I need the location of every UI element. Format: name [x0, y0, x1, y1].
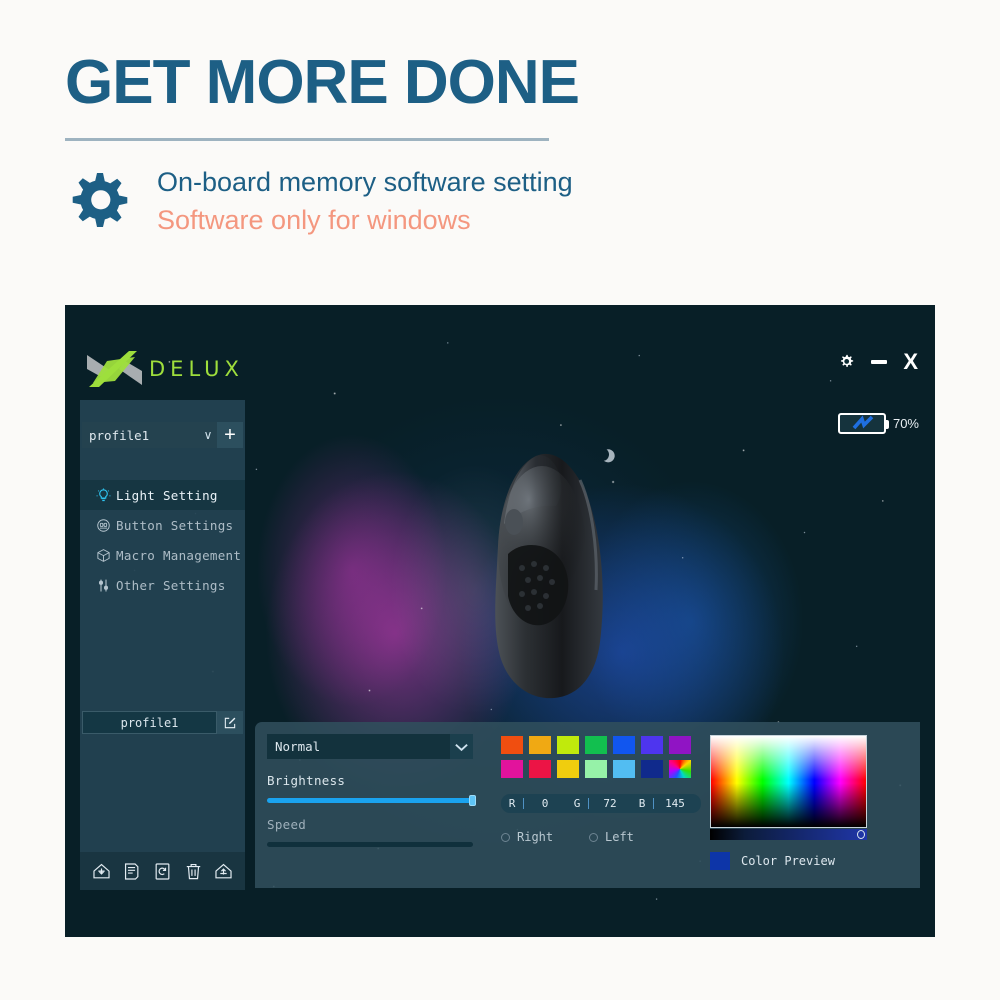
color-picker-gradient[interactable] — [710, 735, 867, 828]
divider — [65, 138, 549, 141]
mouse-buttons-icon — [90, 518, 116, 533]
profile-name-field[interactable]: profile1 — [82, 711, 217, 734]
add-profile-button[interactable]: + — [217, 422, 243, 448]
color-preview-swatch — [710, 852, 730, 870]
battery-indicator: 70% — [837, 413, 919, 434]
sidebar-item-label: Light Setting — [116, 487, 218, 503]
color-swatch-rainbow[interactable] — [669, 760, 691, 778]
lighting-mode-row: Normal — [267, 734, 473, 759]
profile-select[interactable]: profile1 — [82, 422, 199, 448]
promo-note: Software only for windows — [157, 205, 471, 236]
radio-left-label: Left — [605, 830, 634, 844]
sidebar-toolbar — [80, 852, 245, 890]
color-swatch[interactable] — [669, 736, 691, 754]
promo-header: GET MORE DONE On-board memory software s… — [65, 52, 685, 240]
gear-icon — [65, 163, 137, 236]
side-selector-row: Right Left — [501, 830, 702, 844]
rgb-g-value[interactable]: 72 — [589, 797, 631, 810]
gear-icon[interactable] — [838, 353, 855, 370]
color-swatch[interactable] — [529, 736, 551, 754]
color-swatches-column: R 0 G 72 B 145 Right Left — [487, 722, 702, 888]
trash-icon[interactable] — [184, 862, 203, 881]
lighting-mode-select[interactable]: Normal — [267, 734, 450, 759]
brightness-slider[interactable] — [267, 795, 476, 806]
radio-left[interactable]: Left — [589, 830, 677, 844]
sidebar-item-label: Other Settings — [116, 577, 226, 593]
edit-pencil-icon[interactable] — [217, 711, 243, 734]
rgb-r-value[interactable]: 0 — [524, 797, 566, 810]
profile-name-row: profile1 — [82, 711, 243, 734]
rgb-b-value[interactable]: 145 — [654, 797, 696, 810]
battery-percent: 70% — [892, 416, 919, 431]
delux-x-icon — [87, 351, 142, 387]
color-swatch[interactable] — [557, 760, 579, 778]
color-swatch[interactable] — [585, 736, 607, 754]
light-settings-panel: Normal Brightness Speed R 0 G 72 B 145 R… — [255, 722, 920, 888]
brightness-label: Brightness — [267, 773, 346, 788]
rgb-input-group: R 0 G 72 B 145 — [501, 794, 701, 813]
brightness-slider-knob[interactable] — [469, 795, 476, 806]
brand-logo: DELUX — [85, 347, 244, 391]
color-preview-label: Color Preview — [741, 854, 835, 868]
chevron-down-icon[interactable]: ∨ — [199, 422, 217, 448]
sidebar-item-label: Macro Management — [116, 547, 242, 563]
color-swatch[interactable] — [585, 760, 607, 778]
mouse-product-render — [470, 450, 615, 705]
chevron-down-icon[interactable] — [450, 734, 473, 759]
radio-icon — [589, 832, 598, 842]
sidebar-item-label: Button Settings — [116, 517, 234, 533]
battery-charging-icon — [837, 413, 889, 434]
color-value-bar[interactable] — [710, 829, 867, 840]
color-swatch[interactable] — [613, 760, 635, 778]
lightbulb-icon — [90, 488, 116, 503]
color-swatch[interactable] — [641, 760, 663, 778]
color-swatch[interactable] — [641, 736, 663, 754]
sidebar-item-other-settings[interactable]: Other Settings — [80, 570, 245, 600]
radio-right-label: Right — [517, 830, 554, 844]
radio-icon — [501, 832, 510, 842]
mode-and-sliders-column: Normal Brightness Speed — [255, 722, 487, 888]
color-swatch[interactable] — [501, 760, 523, 778]
rgb-g-label: G — [573, 797, 581, 810]
export-tray-icon[interactable] — [214, 862, 233, 881]
color-swatch[interactable] — [529, 760, 551, 778]
sidebar: profile1 ∨ + Light Setting Button Settin… — [80, 400, 245, 890]
minimize-icon[interactable] — [871, 359, 888, 364]
brand-name: DELUX — [149, 357, 244, 381]
color-swatch-grid — [501, 736, 702, 778]
value-bar-knob[interactable] — [857, 830, 865, 839]
sidebar-menu: Light Setting Button Settings Macro Mana… — [80, 480, 245, 600]
import-tray-icon[interactable] — [92, 862, 111, 881]
document-save-icon[interactable] — [122, 862, 141, 881]
color-swatch[interactable] — [613, 736, 635, 754]
sidebar-item-light-setting[interactable]: Light Setting — [80, 480, 245, 510]
color-preview-row: Color Preview — [710, 852, 920, 870]
color-swatch[interactable] — [501, 736, 523, 754]
radio-right[interactable]: Right — [501, 830, 589, 844]
promo-subtitle: On-board memory software setting — [157, 167, 573, 197]
cube-icon — [90, 548, 116, 563]
window-controls: X — [838, 350, 918, 372]
sidebar-item-macro-management[interactable]: Macro Management — [80, 540, 245, 570]
color-swatch[interactable] — [557, 736, 579, 754]
sliders-icon — [90, 578, 116, 593]
page-title: GET MORE DONE — [65, 48, 580, 117]
speed-label: Speed — [267, 817, 307, 832]
color-picker-column: Color Preview — [702, 722, 920, 888]
speed-slider[interactable] — [267, 842, 473, 847]
rgb-r-label: R — [508, 797, 516, 810]
refresh-page-icon[interactable] — [153, 862, 172, 881]
delux-app-window: DELUX X 70% profile1 ∨ + Light Setting B… — [65, 305, 935, 937]
profile-selector-row: profile1 ∨ + — [82, 422, 243, 448]
sidebar-item-button-settings[interactable]: Button Settings — [80, 510, 245, 540]
rgb-b-label: B — [638, 797, 646, 810]
